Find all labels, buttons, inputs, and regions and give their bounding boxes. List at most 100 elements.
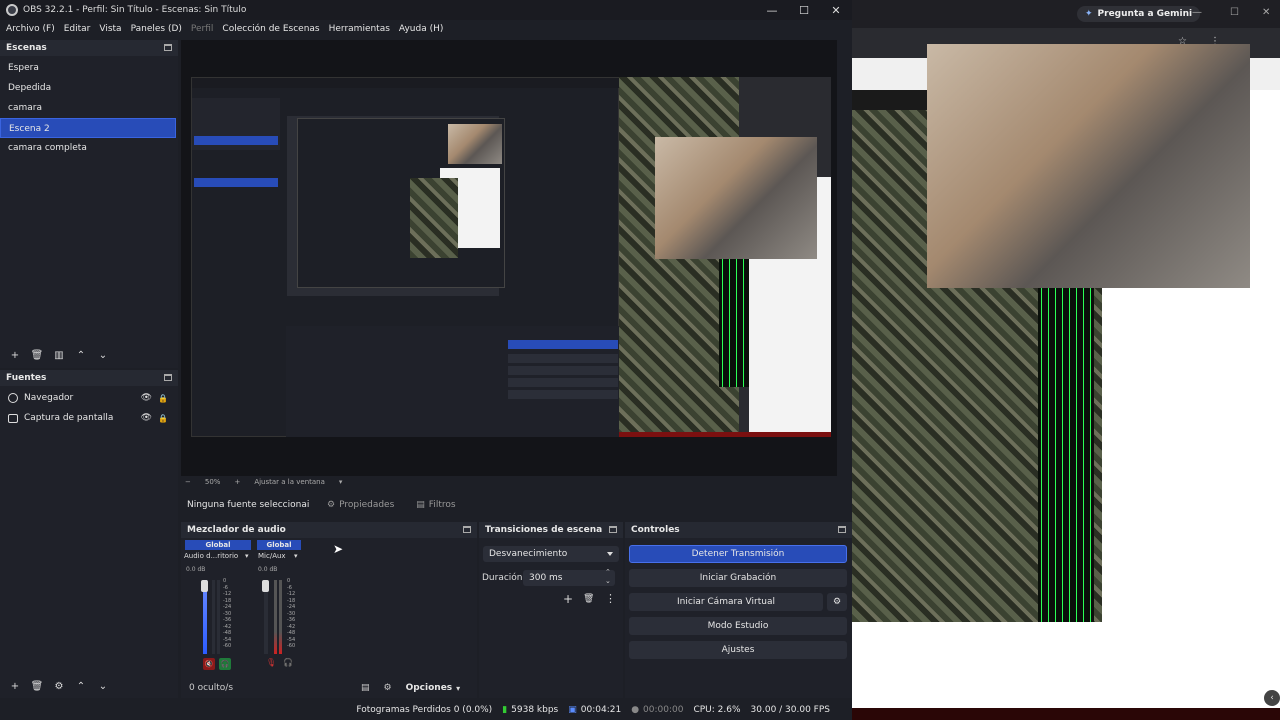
eye-icon[interactable]: 👁: [141, 413, 152, 423]
chevron-down-icon[interactable]: ▾: [456, 684, 460, 693]
scenes-dock-title: Escenas: [0, 40, 178, 56]
more-icon[interactable]: ⋮: [605, 592, 616, 605]
add-icon[interactable]: +: [563, 592, 573, 606]
trash-icon[interactable]: 🗑: [28, 347, 46, 363]
close-icon[interactable]: ✕: [1262, 7, 1270, 18]
studio-mode-button[interactable]: Modo Estudio: [629, 617, 847, 635]
preview-canvas[interactable]: [191, 77, 831, 437]
headphones-icon[interactable]: 🎧: [219, 658, 231, 670]
stream-time: 00:04:21: [580, 705, 622, 715]
mixer-options-button[interactable]: Opciones: [406, 683, 453, 693]
zoom-in-button[interactable]: +: [234, 478, 240, 486]
bitrate: 5938 kbps: [511, 705, 559, 715]
channel-2-meter: [279, 580, 282, 654]
scene-item-espera[interactable]: Espera: [0, 58, 176, 78]
spin-down-icon[interactable]: ⌄: [605, 577, 611, 585]
virtual-camera-button[interactable]: Iniciar Cámara Virtual: [629, 593, 823, 611]
menu-view[interactable]: Vista: [99, 24, 121, 34]
arrow-up-icon[interactable]: ⌃: [72, 678, 90, 694]
duration-input[interactable]: 300 ms: [523, 570, 615, 586]
spin-up-icon[interactable]: ⌃: [605, 568, 611, 576]
menu-tools[interactable]: Herramientas: [329, 24, 390, 34]
settings-button[interactable]: Ajustes: [629, 641, 847, 659]
arrow-down-icon[interactable]: ⌄: [94, 347, 112, 363]
lock-icon[interactable]: 🔒: [158, 394, 168, 403]
fit-window-select[interactable]: Ajustar a la ventana: [254, 478, 325, 486]
undock-icon[interactable]: [463, 526, 471, 533]
menu-docks[interactable]: Paneles (D): [131, 24, 182, 34]
menu-edit[interactable]: Editar: [64, 24, 91, 34]
scene-item-camara-completa[interactable]: camara completa: [0, 138, 176, 158]
undock-icon[interactable]: [838, 526, 846, 533]
source-item-captura[interactable]: Captura de pantalla 👁 🔒: [0, 408, 176, 428]
window-controls: — ☐ ✕: [756, 0, 852, 20]
source-item-navegador[interactable]: Navegador 👁 🔒: [0, 388, 176, 408]
channel-1-name[interactable]: Audio d...ritorio: [184, 552, 238, 560]
filters-button[interactable]: ▤ Filtros: [416, 500, 455, 510]
menu-profile[interactable]: Perfil: [191, 24, 214, 34]
fps: 30.00 / 30.00 FPS: [750, 705, 830, 715]
lock-icon[interactable]: 🔒: [158, 414, 168, 423]
preview-area[interactable]: [181, 40, 837, 476]
scene-item-camara[interactable]: camara: [0, 98, 176, 118]
undock-icon[interactable]: [164, 44, 172, 51]
gear-icon[interactable]: ⚙: [50, 678, 68, 694]
channel-2-db: 0.0 dB: [258, 566, 278, 573]
trash-icon[interactable]: 🗑: [583, 594, 594, 604]
virtual-camera-settings-button[interactable]: ⚙: [827, 593, 847, 611]
undock-icon[interactable]: [609, 526, 617, 533]
ask-gemini-button[interactable]: ✦ Pregunta a Gemini: [1077, 6, 1201, 22]
add-icon[interactable]: +: [6, 678, 24, 694]
scene-item-escena-2[interactable]: Escena 2: [0, 118, 176, 138]
controls-title: Controles: [631, 525, 680, 535]
chevron-down-icon[interactable]: ▾: [339, 478, 343, 486]
mixer-title: Mezclador de audio: [187, 525, 286, 535]
zoom-value: 50%: [204, 478, 221, 486]
transition-select[interactable]: Desvanecimiento: [483, 546, 619, 562]
scene-item-depedida[interactable]: Depedida: [0, 78, 176, 98]
settings-icon[interactable]: ⚙: [384, 683, 392, 693]
mute-icon[interactable]: 🔇: [203, 658, 215, 670]
filter-icon[interactable]: ▥: [50, 347, 68, 363]
zoom-out-button[interactable]: −: [185, 478, 191, 486]
menu-file[interactable]: Archivo (F): [6, 24, 55, 34]
headphones-icon[interactable]: 🎧: [283, 658, 293, 667]
maximize-icon[interactable]: ☐: [1230, 7, 1239, 18]
transitions-panel: Desvanecimiento Duración 300 ms ⌃ ⌄ + 🗑 …: [479, 538, 623, 698]
arrow-down-icon[interactable]: ⌄: [94, 678, 112, 694]
rec-time: 00:00:00: [643, 705, 684, 715]
menu-help[interactable]: Ayuda (H): [399, 24, 443, 34]
channel-2-name[interactable]: Mic/Aux: [258, 552, 286, 560]
title-bar: OBS 32.2.1 - Perfil: Sin Título - Escena…: [0, 0, 852, 20]
camera-overlay: [655, 137, 817, 259]
cpu-usage: CPU: 2.6%: [693, 705, 741, 715]
undock-icon[interactable]: [164, 374, 172, 381]
chevron-left-icon[interactable]: ‹: [1264, 690, 1280, 706]
menu-bar: Archivo (F) Editar Vista Paneles (D) Per…: [0, 20, 852, 38]
menu-scene-collection[interactable]: Colección de Escenas: [222, 24, 319, 34]
chevron-down-icon[interactable]: ▾: [294, 552, 298, 560]
minimize-icon[interactable]: —: [1192, 7, 1202, 18]
green-lines: [1038, 288, 1094, 622]
duration-value: 300 ms: [529, 573, 563, 583]
monitor-icon: [8, 413, 18, 423]
start-recording-button[interactable]: Iniciar Grabación: [629, 569, 847, 587]
maximize-button[interactable]: ☐: [788, 0, 820, 20]
channel-1-fader-knob[interactable]: [201, 580, 208, 592]
add-icon[interactable]: +: [6, 347, 24, 363]
channel-1-head: Global: [185, 540, 251, 550]
channel-2-fader-knob[interactable]: [262, 580, 269, 592]
stop-stream-button[interactable]: Detener Transmisión: [629, 545, 847, 563]
layout-icon[interactable]: ▤: [361, 683, 370, 693]
channel-2-meter: [274, 580, 277, 654]
eye-icon[interactable]: 👁: [141, 393, 152, 403]
chevron-down-icon[interactable]: ▾: [245, 552, 249, 560]
arrow-up-icon[interactable]: ⌃: [72, 347, 90, 363]
properties-button[interactable]: ⚙ Propiedades: [327, 500, 394, 510]
source-info-bar: Ninguna fuente seleccionai ⚙ Propiedades …: [181, 494, 852, 516]
channel-1-db: 0.0 dB: [186, 566, 206, 573]
close-button[interactable]: ✕: [820, 0, 852, 20]
minimize-button[interactable]: —: [756, 0, 788, 20]
mic-muted-icon[interactable]: 🎙: [266, 658, 276, 667]
trash-icon[interactable]: 🗑: [28, 678, 46, 694]
